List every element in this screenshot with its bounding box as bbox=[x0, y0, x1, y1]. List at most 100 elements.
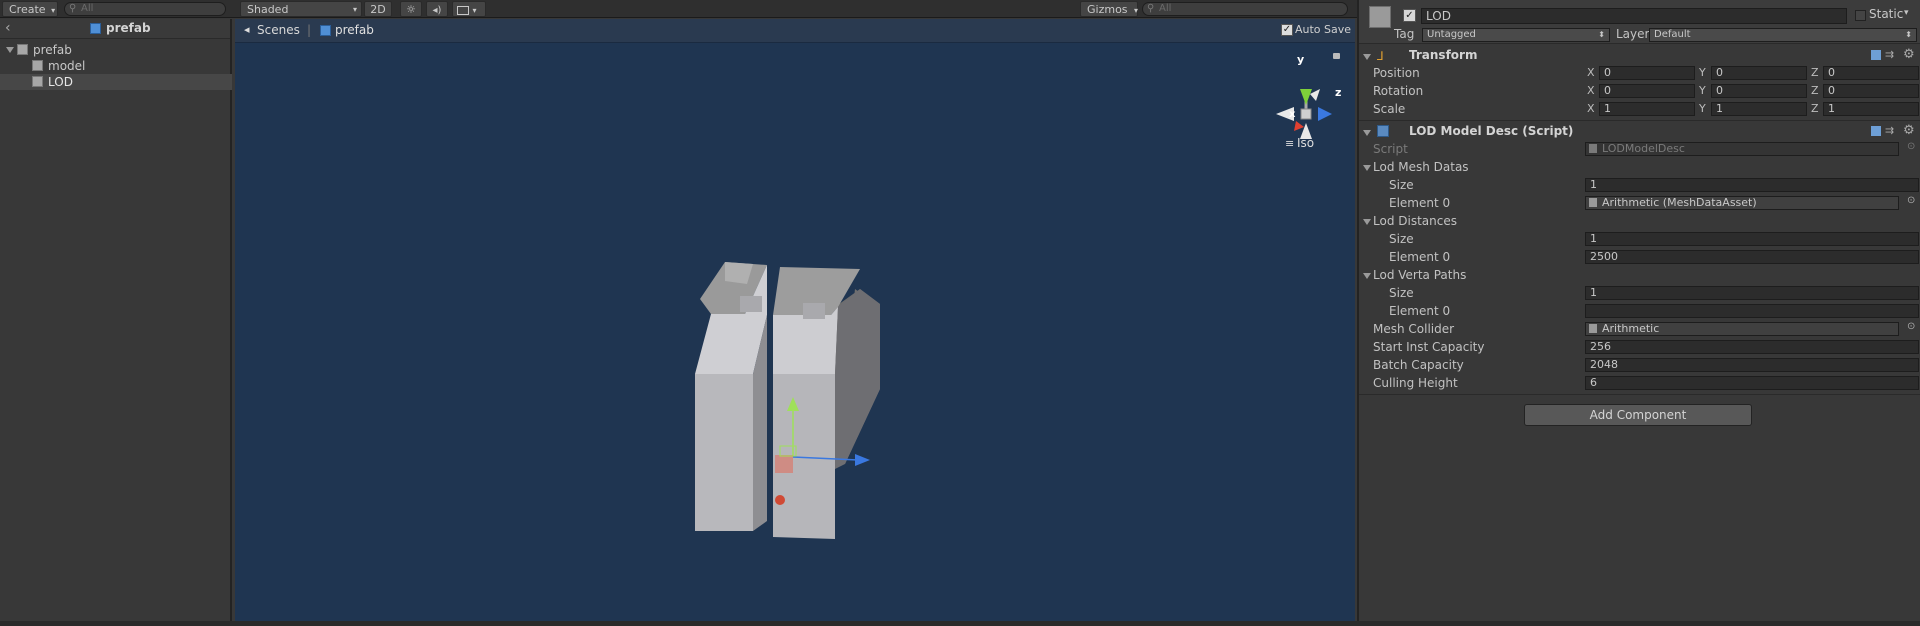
field-value: 1 bbox=[1604, 102, 1611, 115]
gizmos-dropdown[interactable]: Gizmos ▾ bbox=[1080, 1, 1138, 17]
lod-distances-element-field[interactable]: 2500 bbox=[1585, 250, 1919, 264]
tag-dropdown[interactable]: Untagged ⬍ bbox=[1422, 28, 1610, 42]
mode-2d-button[interactable]: 2D bbox=[364, 1, 392, 17]
orientation-gizmo[interactable] bbox=[1270, 49, 1340, 149]
tree-item-prefab[interactable]: prefab bbox=[0, 42, 232, 58]
field-value: 2048 bbox=[1590, 358, 1618, 371]
tree-item-model[interactable]: model bbox=[0, 58, 232, 74]
object-picker-icon: ⊙ bbox=[1907, 141, 1916, 152]
create-button[interactable]: Create ▾ bbox=[2, 1, 58, 17]
scale-y-field[interactable]: 1 bbox=[1711, 102, 1807, 116]
z-axis-label: Z bbox=[1811, 84, 1819, 97]
scale-label: Scale bbox=[1373, 102, 1406, 116]
foldout-arrow-icon[interactable] bbox=[1363, 273, 1371, 279]
chevron-down-icon: ▾ bbox=[1134, 6, 1139, 15]
lod-distances-size-field[interactable]: 1 bbox=[1585, 232, 1919, 246]
chevron-down-icon: ▾ bbox=[472, 6, 477, 15]
gear-icon[interactable]: ⚙ bbox=[1903, 47, 1915, 62]
search-icon: ⚲ bbox=[1147, 3, 1155, 14]
lock-icon[interactable] bbox=[1333, 53, 1340, 59]
foldout-arrow-icon[interactable] bbox=[1363, 165, 1371, 171]
element-label: Element 0 bbox=[1389, 304, 1451, 318]
expand-arrow-icon[interactable] bbox=[6, 47, 14, 53]
rotation-label: Rotation bbox=[1373, 84, 1424, 98]
preset-icon[interactable]: ⇉ bbox=[1885, 48, 1894, 61]
start-inst-capacity-field[interactable]: 256 bbox=[1585, 340, 1919, 354]
effects-toggle[interactable]: ▾ bbox=[452, 1, 486, 17]
mesh-collider-field[interactable]: Arithmetic bbox=[1585, 322, 1899, 336]
mode-2d-label: 2D bbox=[370, 3, 386, 16]
image-icon bbox=[457, 5, 469, 15]
batch-capacity-label: Batch Capacity bbox=[1373, 358, 1464, 372]
culling-height-field[interactable]: 6 bbox=[1585, 376, 1919, 390]
field-value: 1 bbox=[1716, 102, 1723, 115]
foldout-arrow-icon[interactable] bbox=[1363, 54, 1371, 60]
script-component-title[interactable]: LOD Model Desc (Script) bbox=[1409, 124, 1573, 138]
scene-search-placeholder: All bbox=[1159, 3, 1172, 14]
shading-mode-dropdown[interactable]: Shaded ▾ bbox=[240, 1, 362, 17]
audio-toggle[interactable]: ◂) bbox=[426, 1, 448, 17]
active-checkbox[interactable]: ✓ bbox=[1403, 9, 1416, 22]
hierarchy-search-input[interactable]: ⚲ All bbox=[64, 2, 226, 16]
z-axis-label: Z bbox=[1811, 66, 1819, 79]
chevron-down-icon: ▾ bbox=[352, 5, 357, 14]
y-axis-label: Y bbox=[1699, 66, 1706, 79]
position-x-field[interactable]: 0 bbox=[1599, 66, 1695, 80]
gear-icon[interactable]: ⚙ bbox=[1903, 123, 1915, 138]
help-book-icon[interactable] bbox=[1871, 50, 1881, 60]
layer-dropdown[interactable]: Default ⬍ bbox=[1649, 28, 1917, 42]
static-label[interactable]: Static bbox=[1869, 7, 1903, 21]
element-label: Element 0 bbox=[1389, 250, 1451, 264]
script-enabled-checkbox[interactable] bbox=[1377, 125, 1389, 137]
position-y-field[interactable]: 0 bbox=[1711, 66, 1807, 80]
object-name-field[interactable]: LOD bbox=[1421, 8, 1847, 24]
breadcrumb-scenes[interactable]: Scenes bbox=[257, 23, 300, 37]
help-book-icon[interactable] bbox=[1871, 126, 1881, 136]
lighting-toggle[interactable]: ☼ bbox=[400, 1, 422, 17]
hierarchy-search-placeholder: All bbox=[81, 3, 94, 14]
scene-view[interactable]: ◂ Scenes | prefab ✓ Auto Save y z x ≡ Is… bbox=[235, 19, 1355, 621]
batch-capacity-field[interactable]: 2048 bbox=[1585, 358, 1919, 372]
scale-row: Scale X 1 Y 1 Z 1 bbox=[1359, 101, 1920, 119]
lod-mesh-datas-label[interactable]: Lod Mesh Datas bbox=[1373, 159, 1469, 175]
lod-mesh-datas-element-field[interactable]: Arithmetic (MeshDataAsset) bbox=[1585, 196, 1899, 210]
inspector-header: ✓ LOD Static ▾ Tag Untagged ⬍ Layer Defa… bbox=[1359, 0, 1920, 44]
scale-x-field[interactable]: 1 bbox=[1599, 102, 1695, 116]
auto-save-checkbox[interactable]: ✓ bbox=[1281, 24, 1293, 36]
add-component-button[interactable]: Add Component bbox=[1524, 404, 1752, 426]
lod-model-render[interactable] bbox=[655, 259, 915, 559]
position-z-field[interactable]: 0 bbox=[1823, 66, 1919, 80]
foldout-arrow-icon[interactable] bbox=[1363, 130, 1371, 136]
breadcrumb-prefab[interactable]: prefab bbox=[335, 23, 374, 37]
rotation-x-field[interactable]: 0 bbox=[1599, 84, 1695, 98]
preset-icon[interactable]: ⇉ bbox=[1885, 124, 1894, 137]
lod-verta-paths-label[interactable]: Lod Verta Paths bbox=[1373, 267, 1466, 283]
gizmo-z-label: z bbox=[1335, 86, 1342, 99]
field-value: 1 bbox=[1590, 178, 1597, 191]
static-checkbox[interactable] bbox=[1855, 10, 1866, 21]
field-value: 1 bbox=[1590, 232, 1597, 245]
transform-title[interactable]: Transform bbox=[1409, 48, 1477, 62]
scenes-back-icon[interactable]: ◂ bbox=[244, 23, 250, 36]
lod-mesh-datas-size-field[interactable]: 1 bbox=[1585, 178, 1919, 192]
lod-distances-label[interactable]: Lod Distances bbox=[1373, 213, 1457, 229]
field-value: 256 bbox=[1590, 340, 1611, 353]
field-value: 0 bbox=[1716, 84, 1723, 97]
gizmo-x-cone bbox=[1294, 121, 1304, 131]
lod-verta-paths-element-field[interactable] bbox=[1585, 304, 1919, 318]
object-picker-icon[interactable]: ⊙ bbox=[1907, 195, 1915, 206]
y-axis-label: Y bbox=[1699, 84, 1706, 97]
chevron-down-icon[interactable]: ▾ bbox=[1904, 8, 1909, 18]
tree-item-label: prefab bbox=[33, 43, 72, 57]
scale-z-field[interactable]: 1 bbox=[1823, 102, 1919, 116]
back-arrow-icon[interactable]: ‹ bbox=[5, 20, 11, 36]
lod-verta-paths-size-field[interactable]: 1 bbox=[1585, 286, 1919, 300]
field-value: 1 bbox=[1828, 102, 1835, 115]
rotation-y-field[interactable]: 0 bbox=[1711, 84, 1807, 98]
tree-item-lod[interactable]: LOD bbox=[0, 74, 232, 90]
foldout-arrow-icon[interactable] bbox=[1363, 219, 1371, 225]
projection-label[interactable]: Iso bbox=[1297, 136, 1314, 150]
object-picker-icon[interactable]: ⊙ bbox=[1907, 321, 1915, 332]
rotation-z-field[interactable]: 0 bbox=[1823, 84, 1919, 98]
scene-search-input[interactable]: ⚲ All bbox=[1142, 2, 1348, 16]
